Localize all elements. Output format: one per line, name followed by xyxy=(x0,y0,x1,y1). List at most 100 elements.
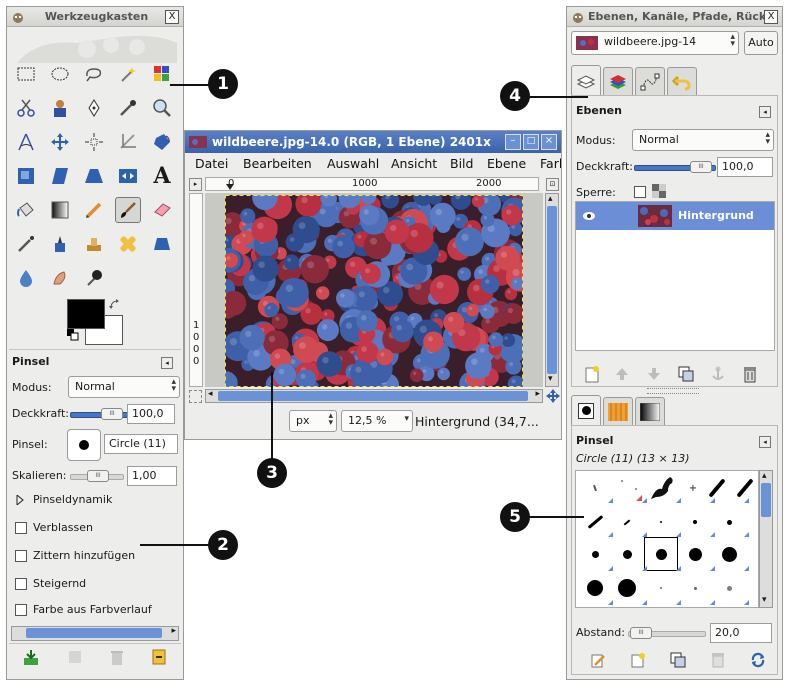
foreground-color-swatch[interactable] xyxy=(67,299,105,329)
save-options-icon[interactable] xyxy=(21,647,41,667)
delete-layer-icon[interactable] xyxy=(740,364,760,384)
menu-select[interactable]: Auswahl xyxy=(327,156,379,171)
berries-image[interactable] xyxy=(225,195,523,387)
options-scrollbar-thumb[interactable] xyxy=(26,628,162,638)
brush-preview-button[interactable] xyxy=(67,429,101,461)
image-hscrollbar-thumb[interactable] xyxy=(218,391,528,401)
blend-tool-icon[interactable] xyxy=(47,197,73,223)
hscroll-left-icon[interactable]: ◂ xyxy=(208,389,213,399)
airbrush-tool-icon[interactable] xyxy=(13,231,39,257)
layer-name[interactable]: Hintergrund xyxy=(678,209,754,222)
lower-layer-icon[interactable] xyxy=(644,364,664,384)
ink-tool-icon[interactable] xyxy=(47,231,73,257)
text-tool-icon[interactable]: A xyxy=(149,163,175,189)
dock-separator[interactable] xyxy=(647,388,699,394)
vscroll-up-icon[interactable]: ▴ xyxy=(548,194,553,204)
tab-gradients[interactable] xyxy=(635,397,665,425)
navigate-corner-button[interactable]: ⊡ xyxy=(546,178,559,191)
image-select[interactable]: wildbeere.jpg-14 ▴ ▾ xyxy=(571,31,739,55)
options-menu-icon[interactable]: ◂ xyxy=(161,357,173,369)
magic-wand-tool-icon[interactable] xyxy=(115,61,141,87)
image-window-titlebar[interactable]: wildbeere.jpg-14.0 (RGB, 1 Ebene) 2401x … xyxy=(185,131,561,153)
menu-edit[interactable]: Bearbeiten xyxy=(243,156,312,171)
brushes-menu-icon[interactable]: ◂ xyxy=(759,436,771,448)
smudge-tool-icon[interactable] xyxy=(47,265,73,291)
pencil-tool-icon[interactable] xyxy=(81,197,107,223)
brush-scroll-down-icon[interactable]: ▾ xyxy=(762,595,767,605)
hscroll-right-icon[interactable]: ▸ xyxy=(535,389,540,399)
new-brush-icon[interactable] xyxy=(628,650,648,670)
zoom-select[interactable]: 12,5 % ▾ xyxy=(341,410,413,432)
layer-mode-select[interactable]: Normal ▴ ▾ xyxy=(632,129,774,151)
clone-tool-icon[interactable] xyxy=(81,231,107,257)
duplicate-layer-icon[interactable] xyxy=(676,364,696,384)
layers-menu-icon[interactable]: ◂ xyxy=(759,106,771,118)
brush-name-field[interactable]: Circle (11) xyxy=(104,434,178,454)
tab-undo-history[interactable] xyxy=(667,67,697,95)
visibility-eye-icon[interactable] xyxy=(582,211,596,221)
brush-dynamics-label[interactable]: Pinseldynamik xyxy=(33,493,112,506)
swap-colors-icon[interactable] xyxy=(109,299,121,311)
image-vscrollbar-thumb[interactable] xyxy=(547,206,557,374)
layer-opacity-handle[interactable]: III xyxy=(690,161,712,173)
reset-options-icon[interactable] xyxy=(149,647,169,667)
perspective-clone-tool-icon[interactable] xyxy=(149,231,175,257)
scale-spinner[interactable]: 1,00 xyxy=(127,466,177,486)
canvas-area[interactable] xyxy=(205,193,543,387)
horizontal-ruler[interactable]: 0 1000 2000 xyxy=(205,177,539,191)
brush-scroll-up-icon[interactable]: ▴ xyxy=(762,471,767,481)
blur-tool-icon[interactable] xyxy=(13,265,39,291)
vertical-ruler[interactable]: 1 0 0 0 xyxy=(189,193,203,387)
toolbox-close-button[interactable]: X xyxy=(165,9,179,24)
brush-grid-scrollbar[interactable]: ▴ ▾ xyxy=(759,470,773,608)
tab-patterns[interactable] xyxy=(603,397,633,425)
quickmask-corner-button[interactable]: ▸ xyxy=(189,178,202,191)
close-window-button[interactable]: × xyxy=(541,134,557,150)
layers-dock-close-button[interactable]: X xyxy=(764,9,778,24)
menu-view[interactable]: Ansicht xyxy=(391,156,437,171)
layer-opacity-spinner[interactable]: 100,0 xyxy=(717,157,773,177)
rotate-tool-icon[interactable] xyxy=(149,129,175,155)
jitter-checkbox[interactable] xyxy=(15,550,27,562)
brush-grid-scrollbar-thumb[interactable] xyxy=(761,483,771,517)
delete-brush-icon[interactable] xyxy=(708,650,728,670)
crop-tool-icon[interactable] xyxy=(115,129,141,155)
ellipse-select-tool-icon[interactable] xyxy=(47,61,73,87)
paintbrush-tool-icon[interactable] xyxy=(115,197,141,223)
scissors-tool-icon[interactable] xyxy=(13,95,39,121)
refresh-brushes-icon[interactable] xyxy=(748,650,768,670)
tab-brushes[interactable] xyxy=(571,395,601,425)
lock-pixels-checkbox[interactable] xyxy=(634,186,646,198)
flip-tool-icon[interactable] xyxy=(115,163,141,189)
options-scrollbar[interactable]: ▸ xyxy=(11,626,179,641)
lock-alpha-icon[interactable] xyxy=(652,184,666,198)
paths-tool-icon[interactable] xyxy=(81,95,107,121)
measure-tool-icon[interactable] xyxy=(13,129,39,155)
shear-tool-icon[interactable] xyxy=(47,163,73,189)
raise-layer-icon[interactable] xyxy=(612,364,632,384)
unit-select[interactable]: px ▴ ▾ xyxy=(289,410,337,432)
vscroll-down-icon[interactable]: ▾ xyxy=(548,374,553,384)
heal-tool-icon[interactable] xyxy=(115,231,141,257)
default-colors-icon[interactable] xyxy=(67,329,79,341)
scale-tool-icon[interactable] xyxy=(13,163,39,189)
menu-colors[interactable]: Farb xyxy=(540,156,561,171)
rect-select-tool-icon[interactable] xyxy=(13,61,39,87)
image-hscrollbar[interactable]: ◂ ▸ xyxy=(205,389,543,403)
layer-row[interactable]: Hintergrund xyxy=(576,202,774,230)
maximize-button[interactable]: □ xyxy=(523,134,539,150)
scale-slider-handle[interactable]: III xyxy=(87,470,109,482)
menu-layer[interactable]: Ebene xyxy=(487,156,526,171)
tab-layers[interactable] xyxy=(571,65,601,95)
mode-select[interactable]: Normal ▴ ▾ xyxy=(68,376,180,398)
delete-options-icon[interactable] xyxy=(107,647,127,667)
fade-checkbox[interactable] xyxy=(15,522,27,534)
auto-button[interactable]: Auto xyxy=(744,31,778,55)
gradient-color-checkbox[interactable] xyxy=(15,604,27,616)
toolbox-titlebar[interactable]: Werkzeugkasten X xyxy=(7,7,183,27)
layers-dock-titlebar[interactable]: Ebenen, Kanäle, Pfade, Rückg X xyxy=(567,7,782,27)
anchor-layer-icon[interactable] xyxy=(708,364,728,384)
spacing-slider-handle[interactable]: III xyxy=(630,627,652,639)
foreground-select-tool-icon[interactable] xyxy=(47,95,73,121)
restore-options-icon[interactable] xyxy=(65,647,85,667)
